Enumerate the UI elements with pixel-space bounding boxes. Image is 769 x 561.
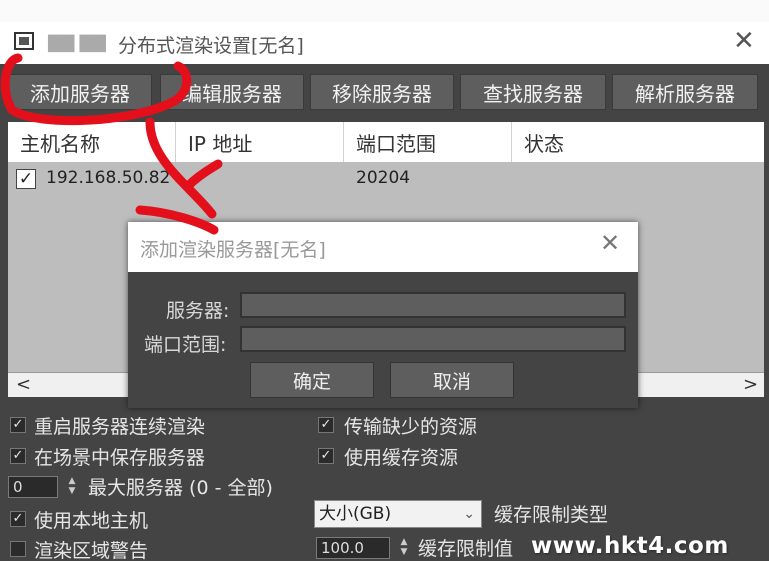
dialog-title: 添加渲染服务器[无名] xyxy=(140,239,326,261)
cache-limit-type-value: 大小(GB) xyxy=(319,504,392,524)
table-row[interactable]: ✓ 192.168.50.82 20204 xyxy=(8,162,764,196)
region-warning-label: 渲染区域警告 xyxy=(34,540,149,561)
column-header-hostname[interactable]: 主机名称 xyxy=(8,122,176,162)
find-server-button[interactable]: 查找服务器 xyxy=(460,74,606,110)
max-servers-label: 最大服务器 (0 - 全部) xyxy=(88,477,273,499)
server-toolbar: 添加服务器 编辑服务器 移除服务器 查找服务器 解析服务器 xyxy=(0,74,769,114)
window-close-icon[interactable]: ✕ xyxy=(733,28,755,54)
dialog-close-icon[interactable]: ✕ xyxy=(600,231,620,255)
cache-limit-spinner-icon[interactable]: ▲ ▼ xyxy=(398,537,410,559)
restart-servers-checkbox[interactable]: ✓ xyxy=(10,417,26,433)
row-port: 20204 xyxy=(356,168,411,188)
use-cache-label: 使用缓存资源 xyxy=(344,447,459,469)
title-prefix-obscured: ▇▇ ▇▇ xyxy=(48,33,106,53)
add-server-button[interactable]: 添加服务器 xyxy=(8,74,152,110)
max-servers-input[interactable]: 0 xyxy=(8,476,58,498)
scroll-left-arrow-icon[interactable]: < xyxy=(16,374,31,395)
window-title: 分布式渲染设置[无名] xyxy=(118,35,304,57)
restart-servers-label: 重启服务器连续渲染 xyxy=(34,416,206,438)
table-header: 主机名称 IP 地址 端口范围 状态 xyxy=(8,122,764,162)
transfer-missing-label: 传输缺少的资源 xyxy=(344,416,478,438)
save-in-scene-label: 在场景中保存服务器 xyxy=(34,447,206,469)
ok-button[interactable]: 确定 xyxy=(250,362,374,398)
site-watermark: www.hkt4.com xyxy=(531,533,729,559)
cache-limit-value-input[interactable]: 100.0 xyxy=(316,537,390,559)
remove-server-button[interactable]: 移除服务器 xyxy=(310,74,454,110)
cache-limit-type-select[interactable]: 大小(GB) ⌄ xyxy=(314,500,482,528)
max-servers-spinner-icon[interactable]: ▲ ▼ xyxy=(66,476,78,498)
row-hostname: 192.168.50.82 xyxy=(46,168,171,188)
column-header-port[interactable]: 端口范围 xyxy=(344,122,512,162)
scroll-right-arrow-icon[interactable]: > xyxy=(743,374,758,395)
column-header-ip[interactable]: IP 地址 xyxy=(176,122,344,162)
dialog-titlebar: 添加渲染服务器[无名] ✕ xyxy=(128,222,638,272)
transfer-missing-checkbox[interactable]: ✓ xyxy=(318,417,334,433)
app-icon xyxy=(14,32,34,50)
port-range-input[interactable] xyxy=(240,326,626,352)
resolve-server-button[interactable]: 解析服务器 xyxy=(612,74,758,110)
add-render-server-dialog: 添加渲染服务器[无名] ✕ 服务器: 端口范围: 确定 取消 xyxy=(128,222,638,408)
use-local-host-label: 使用本地主机 xyxy=(34,510,149,532)
row-enable-checkbox[interactable]: ✓ xyxy=(16,169,36,189)
save-in-scene-checkbox[interactable]: ✓ xyxy=(10,448,26,464)
chevron-down-icon: ⌄ xyxy=(463,506,475,522)
cache-limit-value-label: 缓存限制值 xyxy=(418,538,514,560)
column-header-status[interactable]: 状态 xyxy=(512,122,764,162)
use-cache-checkbox[interactable]: ✓ xyxy=(318,448,334,464)
port-range-field-label: 端口范围: xyxy=(144,334,227,356)
cache-limit-type-label: 缓存限制类型 xyxy=(494,504,609,526)
cancel-button[interactable]: 取消 xyxy=(390,362,514,398)
server-field-label: 服务器: xyxy=(166,300,230,322)
window-titlebar: ▇▇ ▇▇ 分布式渲染设置[无名] ✕ xyxy=(0,22,769,64)
edit-server-button[interactable]: 编辑服务器 xyxy=(160,74,304,110)
region-warning-checkbox[interactable] xyxy=(10,541,26,557)
server-input[interactable] xyxy=(240,292,626,318)
use-local-host-checkbox[interactable]: ✓ xyxy=(10,511,26,527)
